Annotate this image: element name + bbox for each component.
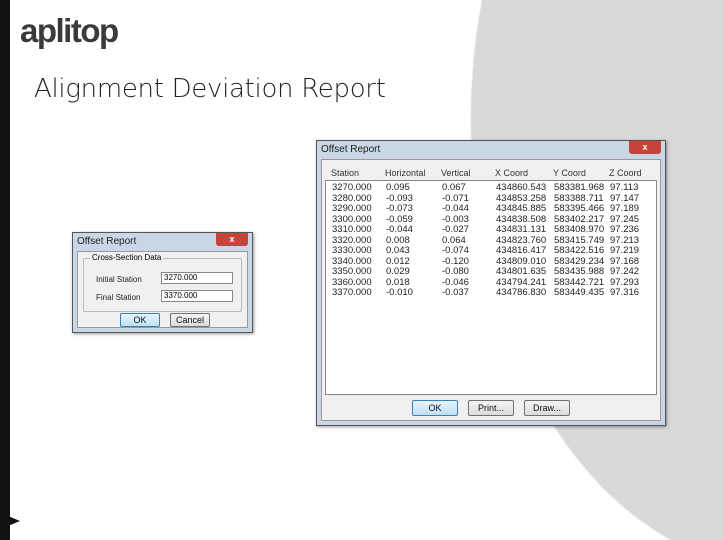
- arrow-icon: [8, 516, 20, 526]
- table-row[interactable]: 3310.000 -0.044 -0.027 434831.131 583408.970…: [326, 224, 656, 236]
- cell: 3350.000: [332, 266, 372, 277]
- cell: 434801.635: [496, 266, 547, 277]
- cell: 434816.417: [496, 245, 547, 256]
- dialog-titlebar: Offset Report x: [73, 233, 252, 251]
- table-row[interactable]: 3280.000 -0.093 -0.071 434853.258 583388.711…: [326, 193, 656, 205]
- cell: 434831.131: [496, 224, 547, 235]
- cell: 0.029: [386, 266, 410, 277]
- cell: -0.037: [442, 287, 469, 298]
- cell: 3330.000: [332, 245, 372, 256]
- dialog-title: Offset Report: [77, 236, 137, 247]
- table-row[interactable]: 3270.000 0.095 0.067 434860.543 583381.968 97…: [326, 182, 656, 194]
- cell: 583435.988: [554, 266, 605, 277]
- table-header: Station Horizontal Vertical X Coord Y Co…: [325, 163, 657, 181]
- ok-button[interactable]: OK: [412, 400, 458, 416]
- col-x: X Coord: [495, 168, 529, 178]
- table-row[interactable]: 3350.000 0.029 -0.080 434801.635 583435.988 9…: [326, 266, 656, 278]
- cell: 434860.543: [496, 182, 547, 193]
- table-row[interactable]: 3370.000 -0.010 -0.037 434786.830 583449.435…: [326, 287, 656, 299]
- col-station: Station: [331, 168, 360, 178]
- final-station-input[interactable]: 3370.000: [161, 290, 233, 302]
- cell: 583381.968: [554, 182, 605, 193]
- table-row[interactable]: 3330.000 0.043 -0.074 434816.417 583422.516 9…: [326, 245, 656, 257]
- table-row[interactable]: 3340.000 0.012 -0.120 434809.010 583429.234 9…: [326, 256, 656, 268]
- cell: 3370.000: [332, 287, 372, 298]
- cell: 97.236: [610, 224, 640, 235]
- group-label: Cross-Section Data: [90, 253, 164, 262]
- cell: 3310.000: [332, 224, 372, 235]
- left-bar: [0, 0, 10, 540]
- offset-report-window: Offset Report x Station Horizontal Vertic…: [316, 140, 666, 426]
- cell: -0.074: [442, 245, 469, 256]
- cell: -0.027: [442, 224, 469, 235]
- logo: aplitop: [20, 12, 119, 49]
- close-button[interactable]: x: [216, 233, 248, 246]
- cell: 97.189: [610, 203, 640, 214]
- report-title: Offset Report: [321, 144, 381, 155]
- cell: -0.044: [442, 203, 469, 214]
- print-button[interactable]: Print...: [468, 400, 514, 416]
- cell: -0.080: [442, 266, 469, 277]
- cell: 97.242: [610, 266, 640, 277]
- cell: 434845.885: [496, 203, 547, 214]
- final-station-label: Final Station: [96, 293, 141, 302]
- cell: 3290.000: [332, 203, 372, 214]
- report-list[interactable]: 3270.000 0.095 0.067 434860.543 583381.968 97…: [325, 180, 657, 395]
- table-row[interactable]: 3360.000 0.018 -0.046 434794.241 583442.721 9…: [326, 277, 656, 289]
- draw-button[interactable]: Draw...: [524, 400, 570, 416]
- cell: 0.067: [442, 182, 466, 193]
- initial-station-input[interactable]: 3270.000: [161, 272, 233, 284]
- cross-section-group: Cross-Section Data Initial Station 3270.…: [83, 253, 242, 312]
- report-body: Station Horizontal Vertical X Coord Y Co…: [321, 159, 661, 421]
- cell: 0.043: [386, 245, 410, 256]
- col-z: Z Coord: [609, 168, 642, 178]
- offset-report-input-dialog: Offset Report x Cross-Section Data Initia…: [72, 232, 253, 333]
- table-row[interactable]: 3290.000 -0.073 -0.044 434845.885 583395.466…: [326, 203, 656, 215]
- cell: 583408.970: [554, 224, 605, 235]
- cell: 3270.000: [332, 182, 372, 193]
- cell: -0.010: [386, 287, 413, 298]
- ok-button[interactable]: OK: [120, 313, 160, 327]
- close-button[interactable]: x: [629, 141, 661, 154]
- cell: 434786.830: [496, 287, 547, 298]
- cell: 583449.435: [554, 287, 605, 298]
- cancel-button[interactable]: Cancel: [170, 313, 210, 327]
- initial-station-label: Initial Station: [96, 275, 142, 284]
- col-horizontal: Horizontal: [385, 168, 426, 178]
- dialog-body: Cross-Section Data Initial Station 3270.…: [77, 251, 248, 328]
- col-y: Y Coord: [553, 168, 586, 178]
- cell: -0.044: [386, 224, 413, 235]
- slide-title: Alignment Deviation Report: [34, 74, 386, 104]
- cell: 97.113: [610, 182, 639, 193]
- cell: 97.316: [610, 287, 640, 298]
- cell: 97.219: [610, 245, 640, 256]
- table-row[interactable]: 3320.000 0.008 0.064 434823.760 583415.749 97…: [326, 235, 656, 247]
- report-titlebar: Offset Report x: [317, 141, 665, 159]
- table-row[interactable]: 3300.000 -0.059 -0.003 434838.508 583402.217…: [326, 214, 656, 226]
- cell: 583395.466: [554, 203, 605, 214]
- cell: 0.095: [386, 182, 410, 193]
- cell: 583422.516: [554, 245, 605, 256]
- cell: -0.073: [386, 203, 413, 214]
- col-vertical: Vertical: [441, 168, 471, 178]
